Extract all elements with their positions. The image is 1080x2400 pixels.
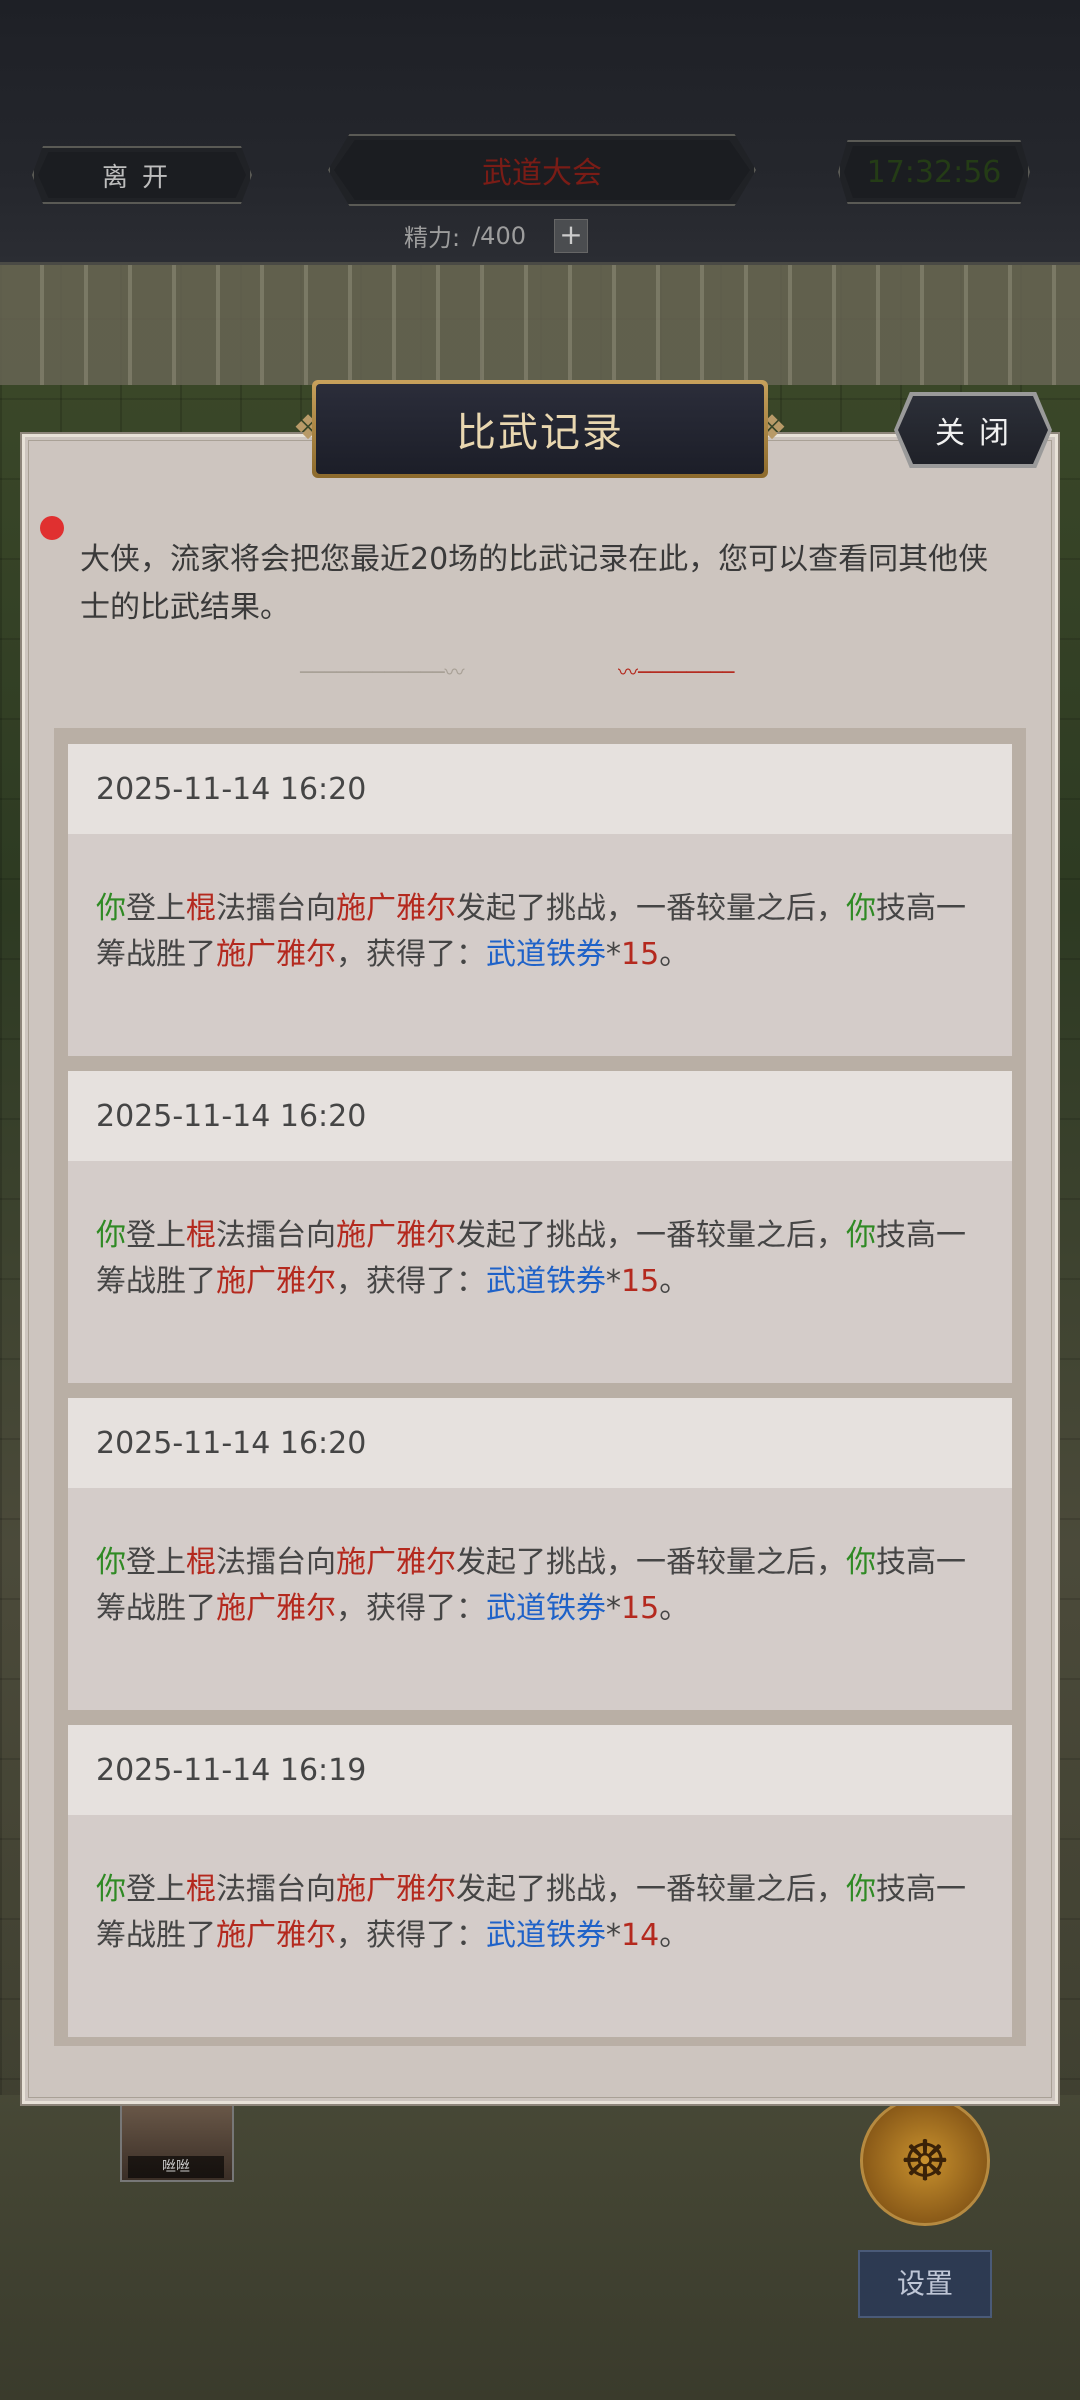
record-text: 你登上棍法擂台向施广雅尔发起了挑战，一番较量之后，你技高一筹战胜了施广雅尔，获得… bbox=[68, 834, 1012, 1056]
panel-title: 比武记录 bbox=[316, 384, 764, 474]
add-energy-button[interactable]: + bbox=[554, 218, 588, 253]
energy-readout: 精力: /400 + bbox=[404, 218, 588, 253]
record-text: 你登上棍法擂台向施广雅尔发起了挑战，一番较量之后，你技高一筹战胜了施广雅尔，获得… bbox=[68, 1488, 1012, 1710]
clock-text: 17:32:56 bbox=[866, 154, 1002, 190]
settings-button[interactable]: 设置 bbox=[858, 2250, 992, 2318]
record-list[interactable]: 2025-11-14 16:20 你登上棍法擂台向施广雅尔发起了挑战，一番较量之… bbox=[54, 728, 1026, 2046]
event-title-banner: 武道大会 bbox=[328, 134, 756, 206]
event-title: 武道大会 bbox=[482, 156, 602, 191]
record-time: 2025-11-14 16:20 bbox=[68, 1071, 1012, 1161]
panel-title-plate: 比武记录 bbox=[312, 380, 768, 478]
meditate-icon[interactable]: ☸ bbox=[860, 2096, 990, 2226]
record-card: 2025-11-14 16:20 你登上棍法擂台向施广雅尔发起了挑战，一番较量之… bbox=[68, 1398, 1012, 1710]
record-card: 2025-11-14 16:20 你登上棍法擂台向施广雅尔发起了挑战，一番较量之… bbox=[68, 1071, 1012, 1383]
record-text: 你登上棍法擂台向施广雅尔发起了挑战，一番较量之后，你技高一筹战胜了施广雅尔，获得… bbox=[68, 1815, 1012, 2037]
top-bar: 离开 武道大会 17:32:56 精力: /400 + bbox=[0, 0, 1080, 265]
energy-label: 精力: bbox=[404, 224, 461, 252]
record-text: 你登上棍法擂台向施广雅尔发起了挑战，一番较量之后，你技高一筹战胜了施广雅尔，获得… bbox=[68, 1161, 1012, 1383]
close-button[interactable]: 关闭 bbox=[894, 392, 1052, 468]
divider-ornament-left-icon: ────────────〰 bbox=[300, 660, 465, 684]
record-time: 2025-11-14 16:20 bbox=[68, 744, 1012, 834]
leave-button[interactable]: 离开 bbox=[32, 146, 252, 204]
energy-max: /400 bbox=[472, 221, 526, 250]
record-time: 2025-11-14 16:20 bbox=[68, 1398, 1012, 1488]
character-name: 咝咝 bbox=[128, 2156, 224, 2178]
close-label: 关闭 bbox=[898, 396, 1048, 464]
record-card: 2025-11-14 16:20 你登上棍法擂台向施广雅尔发起了挑战，一番较量之… bbox=[68, 744, 1012, 1056]
record-card: 2025-11-14 16:19 你登上棍法擂台向施广雅尔发起了挑战，一番较量之… bbox=[68, 1725, 1012, 2037]
courtyard-wall bbox=[0, 265, 1080, 385]
notification-dot bbox=[40, 516, 64, 540]
intro-text: 大侠，流家将会把您最近20场的比武记录在此，您可以查看同其他侠士的比武结果。 bbox=[80, 542, 989, 625]
leave-label: 离开 bbox=[101, 162, 182, 193]
clock-display: 17:32:56 bbox=[838, 140, 1030, 204]
record-time: 2025-11-14 16:19 bbox=[68, 1725, 1012, 1815]
divider-ornament-right-icon: 〰──────── bbox=[618, 660, 735, 684]
